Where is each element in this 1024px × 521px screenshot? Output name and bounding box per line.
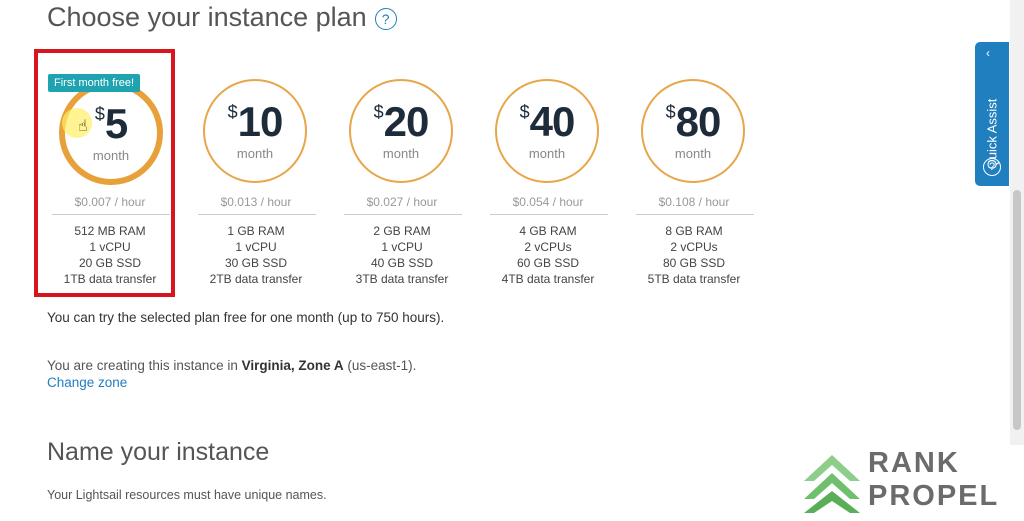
plan-card-20[interactable]: $20 month $0.027 / hour 2 GB RAM 1 vCPU … xyxy=(332,68,472,293)
plan-specs: 2 GB RAM 1 vCPU 40 GB SSD 3TB data trans… xyxy=(332,223,472,287)
price-value: 20 xyxy=(383,98,430,145)
price-period: month xyxy=(382,146,420,161)
plan-specs: 8 GB RAM 2 vCPUs 80 GB SSD 5TB data tran… xyxy=(624,223,764,287)
plan-price-circle: $20 month xyxy=(349,79,453,183)
plan-card-40[interactable]: $40 month $0.054 / hour 4 GB RAM 2 vCPUs… xyxy=(478,68,618,293)
hourly-rate: $0.007 / hour xyxy=(74,195,146,209)
zone-note: You are creating this instance in Virgin… xyxy=(47,358,416,373)
price-value: 5 xyxy=(104,100,128,147)
spec-transfer: 1TB data transfer xyxy=(63,272,157,286)
spec-ssd: 40 GB SSD xyxy=(370,256,434,270)
divider xyxy=(490,214,608,215)
divider xyxy=(344,214,462,215)
spec-transfer: 4TB data transfer xyxy=(501,272,595,286)
plan-price: $40 xyxy=(497,98,597,146)
price-value: 80 xyxy=(675,98,722,145)
watermark: RANK PROPEL xyxy=(800,445,1024,521)
hourly-rate: $0.013 / hour xyxy=(220,195,292,209)
divider xyxy=(52,214,170,215)
name-instance-heading: Name your instance xyxy=(47,438,270,466)
section-heading-instance-plan: Choose your instance plan ? xyxy=(47,2,397,33)
plan-price: $20 xyxy=(351,98,451,146)
price-period: month xyxy=(236,146,274,161)
help-icon[interactable]: ? xyxy=(374,7,397,30)
spec-ssd: 30 GB SSD xyxy=(224,256,288,270)
plan-price-circle: $10 month xyxy=(203,79,307,183)
hand-cursor-icon: ☝ xyxy=(78,118,88,135)
change-zone-link[interactable]: Change zone xyxy=(47,375,127,390)
price-period: month xyxy=(674,146,712,161)
spec-ssd: 80 GB SSD xyxy=(662,256,726,270)
watermark-text: RANK PROPEL xyxy=(868,447,999,513)
watermark-line-1: RANK xyxy=(868,447,960,479)
divider xyxy=(198,214,316,215)
price-period: month xyxy=(92,148,130,163)
plan-options: First month free! ☝ $5 month $0.007 / ho… xyxy=(34,49,780,298)
zone-prefix: You are creating this instance in xyxy=(47,358,242,373)
spec-ram: 1 GB RAM xyxy=(227,224,285,238)
spec-transfer: 3TB data transfer xyxy=(355,272,449,286)
plan-price: $80 xyxy=(643,98,743,146)
plan-price: $10 xyxy=(205,98,305,146)
watermark-line-2: PROPEL xyxy=(868,480,1000,512)
chevron-left-icon: ‹ xyxy=(986,46,990,60)
spec-cpu: 1 vCPU xyxy=(89,240,131,254)
hourly-rate: $0.054 / hour xyxy=(512,195,584,209)
spec-cpu: 1 vCPU xyxy=(235,240,277,254)
help-icon: ? xyxy=(983,158,1001,176)
currency-symbol: $ xyxy=(373,102,384,122)
price-period: month xyxy=(528,146,566,161)
spec-ram: 2 GB RAM xyxy=(373,224,431,238)
plan-specs: 1 GB RAM 1 vCPU 30 GB SSD 2TB data trans… xyxy=(186,223,326,287)
scrollbar-thumb[interactable] xyxy=(1013,190,1021,430)
hourly-rate: $0.108 / hour xyxy=(658,195,730,209)
zone-location: Virginia, Zone A xyxy=(241,358,344,373)
hourly-rate: $0.027 / hour xyxy=(366,195,438,209)
spec-transfer: 2TB data transfer xyxy=(209,272,303,286)
currency-symbol: $ xyxy=(519,102,530,122)
spec-ssd: 20 GB SSD xyxy=(78,256,142,270)
zone-suffix: (us-east-1). xyxy=(343,358,417,373)
quick-assist-tab[interactable]: ‹ Quick Assist ? xyxy=(975,42,1009,186)
name-instance-note: Your Lightsail resources must have uniqu… xyxy=(47,488,327,502)
spec-ssd: 60 GB SSD xyxy=(516,256,580,270)
spec-cpu: 1 vCPU xyxy=(381,240,423,254)
currency-symbol: $ xyxy=(665,102,676,122)
instance-plan-title: Choose your instance plan xyxy=(47,2,367,32)
plan-price-circle: $40 month xyxy=(495,79,599,183)
page-scrollbar[interactable] xyxy=(1010,0,1024,521)
spec-cpu: 2 vCPUs xyxy=(670,240,718,254)
divider xyxy=(636,214,754,215)
plan-card-80[interactable]: $80 month $0.108 / hour 8 GB RAM 2 vCPUs… xyxy=(624,68,764,293)
rank-propel-logo-icon xyxy=(804,455,860,513)
price-value: 10 xyxy=(237,98,284,145)
plan-card-5[interactable]: First month free! ☝ $5 month $0.007 / ho… xyxy=(34,49,180,297)
plan-price-circle: $80 month xyxy=(641,79,745,183)
first-month-free-badge: First month free! xyxy=(48,74,141,92)
spec-ram: 4 GB RAM xyxy=(519,224,577,238)
currency-symbol: $ xyxy=(94,104,105,124)
spec-cpu: 2 vCPUs xyxy=(524,240,572,254)
plan-specs: 4 GB RAM 2 vCPUs 60 GB SSD 4TB data tran… xyxy=(478,223,618,287)
currency-symbol: $ xyxy=(227,102,238,122)
spec-ram: 512 MB RAM xyxy=(74,224,146,238)
free-trial-note: You can try the selected plan free for o… xyxy=(47,310,445,325)
spec-transfer: 5TB data transfer xyxy=(647,272,741,286)
plan-card-10[interactable]: $10 month $0.013 / hour 1 GB RAM 1 vCPU … xyxy=(186,68,326,293)
price-value: 40 xyxy=(529,98,576,145)
spec-ram: 8 GB RAM xyxy=(665,224,723,238)
plan-specs: 512 MB RAM 1 vCPU 20 GB SSD 1TB data tra… xyxy=(40,223,180,287)
